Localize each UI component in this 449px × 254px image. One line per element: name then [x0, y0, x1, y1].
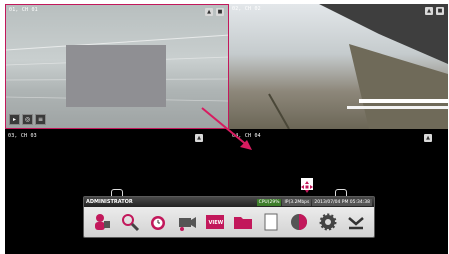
camera-feed-2	[268, 4, 448, 129]
menu-icon[interactable]: ≡	[35, 114, 46, 125]
settings-icon	[319, 213, 337, 231]
play-icon[interactable]: ▸	[9, 114, 20, 125]
settings-button[interactable]	[318, 212, 338, 232]
search-button[interactable]	[120, 212, 140, 232]
view-layout-icon: VIEW	[205, 215, 224, 229]
datetime-status: 2013/07/04 PM 05:34:38	[312, 198, 372, 206]
tile-label-1: 01, CH 01	[9, 7, 38, 13]
camera-feed-1	[6, 34, 228, 107]
privacy-mask	[66, 45, 166, 107]
camera-icon[interactable]: ■	[436, 7, 444, 15]
camera-tile-2[interactable]: 02, CH 02 ▲ ■	[229, 4, 448, 129]
lock-icon[interactable]: ▲	[425, 7, 433, 15]
toolbar-buttons: VIEW	[84, 207, 374, 237]
network-status: IP(3.2Mbps	[282, 198, 312, 206]
record-button[interactable]	[177, 212, 197, 232]
search-icon	[122, 214, 140, 232]
view-label: VIEW	[208, 220, 223, 226]
drag-arrow	[201, 107, 252, 150]
collapse-icon	[347, 217, 364, 230]
tile-icons-1: ▲ ■	[205, 8, 224, 16]
info-icon	[291, 214, 308, 230]
alarm-button[interactable]	[148, 212, 168, 232]
tile-label-2: 02, CH 02	[232, 6, 261, 12]
camera-tile-1[interactable]: 01, CH 01 ▲ ■ ▸ ◎ ≡	[5, 4, 229, 129]
lock-icon[interactable]: ▲	[205, 8, 213, 16]
view-button[interactable]: VIEW	[205, 212, 225, 232]
status-area: CPU(29% IP(3.2Mbps 2013/07/04 PM 05:34:3…	[256, 198, 372, 206]
blank-document-icon	[264, 213, 278, 231]
tile-icons-4: ▲	[424, 134, 432, 142]
video-record-icon	[178, 217, 196, 231]
folder-button[interactable]	[233, 212, 253, 232]
toolbar-header: ADMINISTRATOR CPU(29% IP(3.2Mbps 2013/07…	[84, 197, 374, 207]
info-button[interactable]	[289, 212, 309, 232]
user-login-icon	[95, 214, 111, 230]
blank-button[interactable]	[261, 212, 281, 232]
tile-label-3: 03, CH 03	[8, 133, 37, 139]
drag-cursor-icon	[301, 178, 313, 193]
collapse-button[interactable]	[346, 212, 366, 232]
lock-icon[interactable]: ▲	[424, 134, 432, 142]
tile-icons-2: ▲ ■	[425, 7, 444, 15]
cpu-status: CPU(29%	[256, 198, 282, 206]
folder-icon	[234, 217, 253, 229]
camera-icon[interactable]: ■	[216, 8, 224, 16]
zoom-icon[interactable]: ◎	[22, 114, 33, 125]
alarm-clock-icon	[151, 216, 166, 230]
playback-controls: ▸ ◎ ≡	[9, 114, 46, 125]
user-role: ADMINISTRATOR	[86, 199, 133, 205]
user-login-button[interactable]	[92, 212, 112, 232]
main-toolbar: ADMINISTRATOR CPU(29% IP(3.2Mbps 2013/07…	[83, 196, 375, 238]
